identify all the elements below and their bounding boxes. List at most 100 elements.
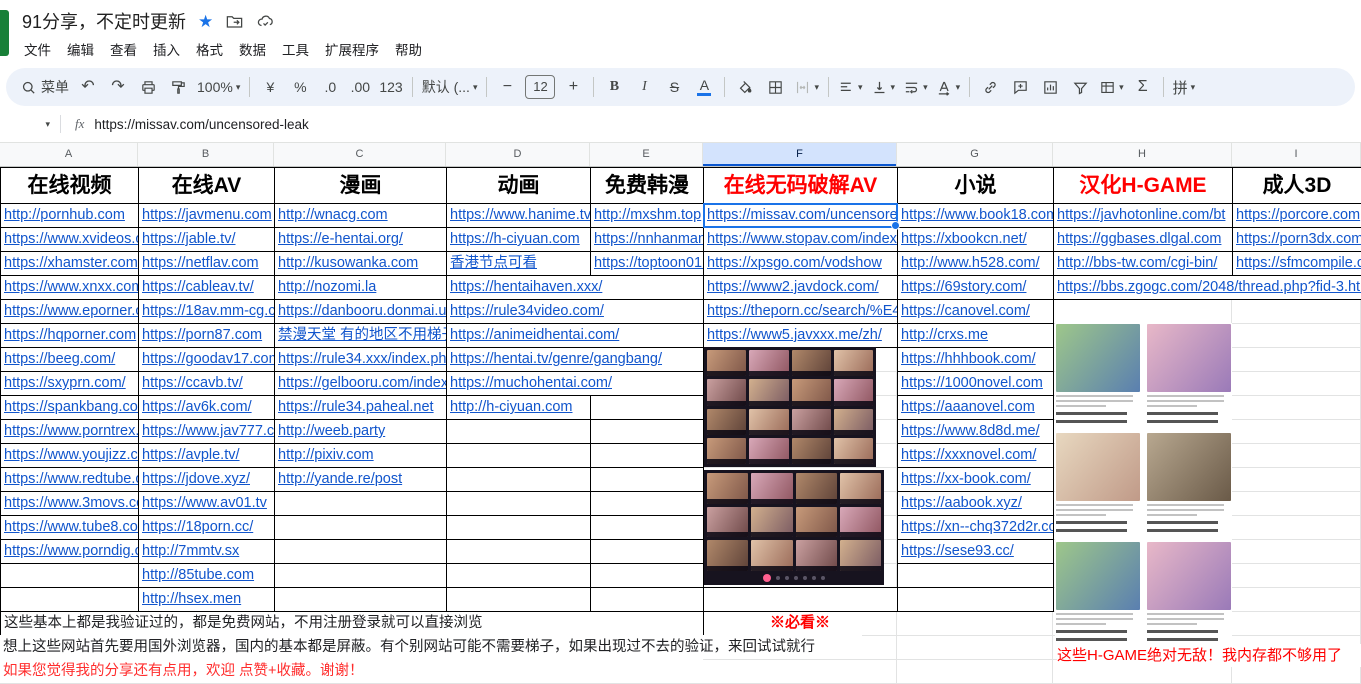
cell-link[interactable]: https://jable.tv/ [138, 227, 275, 252]
bold-button[interactable]: B [599, 74, 629, 100]
input-method-button[interactable]: 拼▾ [1169, 74, 1200, 100]
horizontal-align-button[interactable]: ▾ [834, 74, 867, 100]
cell-link[interactable]: http://pixiv.com [274, 443, 447, 468]
cell-link[interactable]: https://gelbooru.com/index.php [274, 371, 447, 396]
cell-link[interactable]: https://www.8d8d.me/ [897, 419, 1054, 444]
cell-link[interactable]: http://weeb.party [274, 419, 447, 444]
cell-empty[interactable] [274, 539, 447, 564]
column-header-B[interactable]: B [138, 143, 274, 166]
decrease-font-size-button[interactable]: − [492, 74, 522, 100]
cell-link[interactable]: http://7mmtv.sx [138, 539, 275, 564]
cell-link[interactable]: https://beeg.com/ [0, 347, 139, 372]
column-header-G[interactable]: G [897, 143, 1053, 166]
paint-format-button[interactable] [163, 74, 193, 100]
menu-item[interactable]: 插入 [145, 36, 188, 62]
category-header-cell[interactable]: 漫画 [274, 167, 447, 204]
cell-link[interactable]: https://jdove.xyz/ [138, 467, 275, 492]
cell-link[interactable]: https://hentaihaven.xxx/ [446, 275, 704, 300]
cell-link[interactable]: https://porn3dx.com [1232, 227, 1361, 252]
menu-item[interactable]: 查看 [102, 36, 145, 62]
font-select[interactable]: 默认 (...▾ [418, 74, 482, 100]
cell-link[interactable]: https://www.av01.tv [138, 491, 275, 516]
cell-link[interactable]: https://www2.javdock.com/ [703, 275, 898, 300]
category-header-cell[interactable]: 成人3D [1232, 167, 1361, 204]
cell-empty[interactable] [897, 563, 1054, 588]
cell-link[interactable]: https://xbookcn.net/ [897, 227, 1054, 252]
cell-link[interactable]: https://bbs.zgogc.com/2048/thread.php?fi… [1053, 275, 1361, 300]
cell-empty[interactable] [274, 515, 447, 540]
cell-link[interactable]: https://animeidhentai.com/ [446, 323, 704, 348]
cell-link[interactable]: https://sfmcompile.club [1232, 251, 1361, 276]
cell-empty[interactable] [590, 539, 704, 564]
document-title[interactable]: 91分享，不定时更新 [22, 8, 186, 34]
insert-chart-button[interactable] [1035, 74, 1065, 100]
menu-item[interactable]: 扩展程序 [317, 36, 387, 62]
text-color-button[interactable]: A [689, 74, 719, 100]
cell-link[interactable]: https://rule34.paheal.net [274, 395, 447, 420]
merge-cells-button[interactable]: ▾ [790, 74, 823, 100]
cell-link[interactable]: http://crxs.me [897, 323, 1054, 348]
cell-link[interactable]: https://rule34.xxx/index.php [274, 347, 447, 372]
column-header-A[interactable]: A [0, 143, 138, 166]
menu-item[interactable]: 工具 [274, 36, 317, 62]
cell-link[interactable]: http://pornhub.com [0, 203, 139, 228]
cell-empty[interactable] [703, 587, 898, 612]
move-folder-icon[interactable] [225, 12, 244, 31]
fill-color-button[interactable] [730, 74, 760, 100]
cell-link[interactable]: https://xx-book.com/ [897, 467, 1054, 492]
cell-link[interactable]: https://missav.com/uncensored-leak [703, 203, 898, 228]
cell-empty[interactable] [446, 539, 591, 564]
cell-empty[interactable] [590, 563, 704, 588]
category-header-cell[interactable]: 在线无码破解AV [703, 167, 898, 204]
cell-link[interactable]: 香港节点可看 [446, 251, 591, 276]
cell-link[interactable]: http://yande.re/post [274, 467, 447, 492]
italic-button[interactable]: I [629, 74, 659, 100]
cell-link[interactable]: https://hhhbook.com/ [897, 347, 1054, 372]
cell-link[interactable]: http://wnacg.com [274, 203, 447, 228]
menu-item[interactable]: 编辑 [59, 36, 102, 62]
cell-link[interactable]: https://rule34video.com/ [446, 299, 704, 324]
cell-link[interactable]: http://mxshm.top [590, 203, 704, 228]
cell-empty[interactable] [446, 419, 591, 444]
cell-link[interactable]: http://hsex.men [138, 587, 275, 612]
cell-empty[interactable] [446, 443, 591, 468]
column-header-D[interactable]: D [446, 143, 590, 166]
cell-link[interactable]: https://www5.javxxx.me/zh/ [703, 323, 898, 348]
cell-empty[interactable] [590, 587, 704, 612]
cell-link[interactable]: https://porn87.com [138, 323, 275, 348]
category-header-cell[interactable]: 汉化H-GAME [1053, 167, 1233, 204]
cell-link[interactable]: https://aaanovel.com [897, 395, 1054, 420]
cell-link[interactable]: https://avple.tv/ [138, 443, 275, 468]
cell-empty[interactable] [274, 563, 447, 588]
cell-link[interactable]: http://85tube.com [138, 563, 275, 588]
cell-link[interactable]: https://goodav17.com [138, 347, 275, 372]
cell-link[interactable]: https://xhamster.com [0, 251, 139, 276]
category-header-cell[interactable]: 动画 [446, 167, 591, 204]
cell-link[interactable]: https://www.tube8.com [0, 515, 139, 540]
zoom-select[interactable]: 100%▾ [193, 74, 244, 100]
print-button[interactable] [133, 74, 163, 100]
cell-link[interactable]: https://sxyprn.com/ [0, 371, 139, 396]
cell-empty[interactable] [590, 443, 704, 468]
cell-link[interactable]: https://porcore.com [1232, 203, 1361, 228]
cell-link[interactable]: https://xpsgo.com/vodshow [703, 251, 898, 276]
cell-link[interactable]: https://canovel.com/ [897, 299, 1054, 324]
column-header-F[interactable]: F [703, 143, 897, 166]
cell-link[interactable]: https://18av.mm-cg.com [138, 299, 275, 324]
cell-link[interactable]: http://h-ciyuan.com [446, 395, 591, 420]
functions-button[interactable]: Σ [1128, 74, 1158, 100]
font-size-input[interactable]: 12 [525, 75, 555, 99]
cell-empty[interactable] [590, 395, 704, 420]
cell-link[interactable]: https://aabook.xyz/ [897, 491, 1054, 516]
text-rotation-button[interactable]: ▾ [932, 74, 965, 100]
category-header-cell[interactable]: 在线AV [138, 167, 275, 204]
star-icon[interactable]: ★ [198, 13, 213, 30]
cell-link[interactable]: https://javmenu.com [138, 203, 275, 228]
increase-font-size-button[interactable]: + [558, 74, 588, 100]
undo-button[interactable]: ↶ [73, 74, 103, 100]
redo-button[interactable]: ↷ [103, 74, 133, 100]
cell-empty[interactable] [274, 491, 447, 516]
category-header-cell[interactable]: 在线视频 [0, 167, 139, 204]
category-header-cell[interactable]: 免费韩漫 [590, 167, 704, 204]
menu-item[interactable]: 格式 [188, 36, 231, 62]
